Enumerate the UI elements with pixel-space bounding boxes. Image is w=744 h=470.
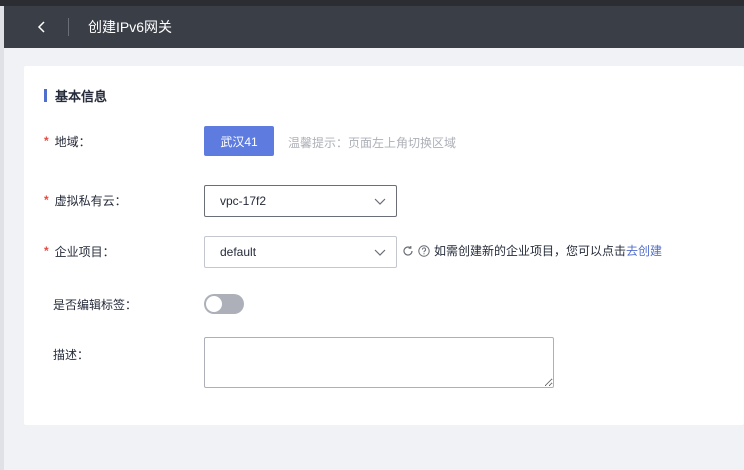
vpc-label-text: 虚拟私有云： (54, 193, 127, 208)
required-mark: * (44, 193, 49, 207)
enterprise-project-helpers: 如需创建新的企业项目，您可以点击 去创建 (402, 242, 662, 259)
section-title-text: 基本信息 (55, 89, 108, 104)
vpc-select[interactable]: vpc-17f2 (204, 185, 397, 217)
region-label-text: 地域： (54, 134, 91, 149)
enterprise-project-label: * 企业项目： (44, 241, 115, 261)
enterprise-project-label-text: 企业项目： (54, 244, 115, 259)
refresh-icon[interactable] (402, 245, 414, 257)
tags-label-text: 是否编辑标签： (53, 297, 138, 312)
enterprise-project-select[interactable]: default (204, 236, 397, 268)
region-label: * 地域： (44, 131, 91, 151)
page-header: 创建IPv6网关 (4, 6, 744, 48)
required-mark: * (44, 244, 49, 258)
section-accent-bar (44, 89, 47, 102)
back-button[interactable] (31, 16, 53, 38)
header-divider (68, 18, 69, 36)
enterprise-project-help-text: 如需创建新的企业项目，您可以点击 (434, 244, 627, 258)
region-hint: 温馨提示：页面左上角切换区域 (288, 136, 457, 150)
vpc-select-value: vpc-17f2 (220, 194, 267, 208)
chevron-down-icon (374, 249, 386, 256)
description-label-text: 描述： (53, 347, 90, 362)
region-button[interactable]: 武汉41 (204, 126, 274, 156)
description-label: 描述： (44, 344, 89, 364)
help-icon[interactable] (418, 244, 430, 257)
enterprise-project-value: default (220, 245, 257, 259)
toggle-knob (206, 296, 222, 312)
basic-info-card: 基本信息 * 地域： 武汉41 温馨提示：页面左上角切换区域 * 虚拟私有云： … (24, 66, 744, 425)
section-title: 基本信息 (44, 86, 107, 105)
vpc-label: * 虚拟私有云： (44, 190, 127, 210)
tags-toggle[interactable] (204, 294, 244, 314)
tags-label: 是否编辑标签： (44, 294, 137, 314)
page-title: 创建IPv6网关 (88, 19, 173, 35)
required-mark: * (44, 134, 49, 148)
left-edge (0, 6, 4, 470)
create-enterprise-project-link[interactable]: 去创建 (626, 242, 662, 259)
chevron-down-icon (374, 198, 386, 205)
description-textarea[interactable] (204, 337, 554, 388)
chevron-left-icon (37, 21, 45, 33)
